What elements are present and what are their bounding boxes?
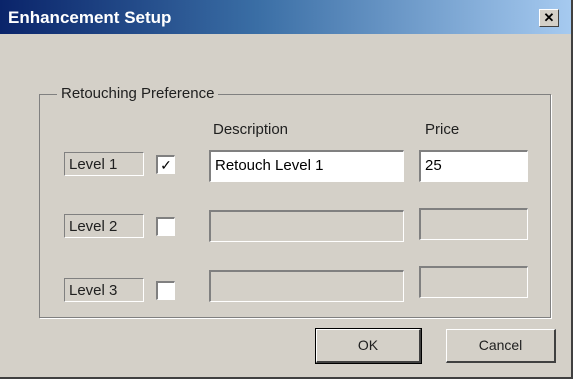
level-3-description-field	[209, 270, 404, 302]
ok-button[interactable]: OK	[315, 328, 422, 364]
price-column-header: Price	[425, 121, 460, 138]
description-column-header: Description	[213, 121, 289, 138]
level-3-checkbox[interactable]	[156, 281, 175, 300]
level-1-description-field[interactable]: Retouch Level 1	[209, 150, 404, 182]
level-2-checkbox[interactable]	[156, 217, 175, 236]
cancel-button[interactable]: Cancel	[446, 329, 556, 363]
enhancement-setup-dialog: Enhancement Setup ✕ Retouching Preferenc…	[0, 0, 573, 379]
level-2-label: Level 2	[64, 214, 144, 238]
window-title: Enhancement Setup	[8, 8, 172, 27]
level-2-price-field	[419, 208, 528, 240]
group-label: Retouching Preference	[57, 85, 219, 102]
level-1-checkbox[interactable]: ✓	[156, 155, 175, 174]
level-1-label: Level 1	[64, 152, 144, 176]
title-bar: Enhancement Setup ✕	[0, 0, 571, 34]
level-3-label: Level 3	[64, 278, 144, 302]
level-2-description-field	[209, 210, 404, 242]
level-3-price-field	[419, 266, 528, 298]
close-icon[interactable]: ✕	[539, 9, 559, 27]
level-1-price-field[interactable]: 25	[419, 150, 528, 182]
